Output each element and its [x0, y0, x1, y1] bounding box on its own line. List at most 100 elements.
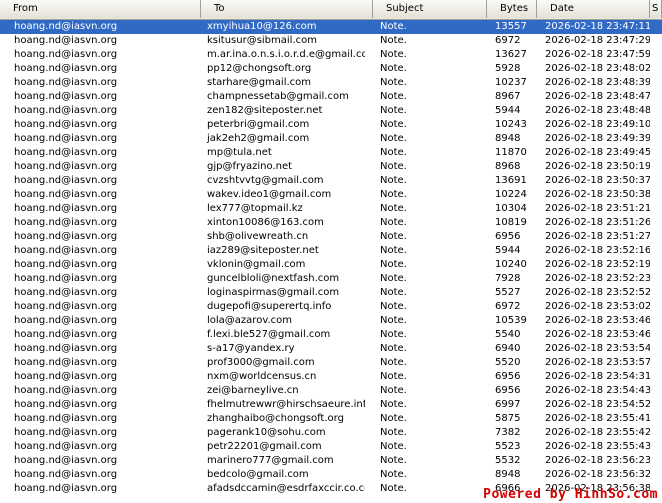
- cell-date: 2026-02-18 23:52:16: [545, 245, 650, 256]
- cell-date: 2026-02-18 23:47:59: [545, 49, 650, 60]
- table-row[interactable]: hoang.nd@iasvn.org f.lexi.ble527@gmail.co…: [0, 328, 662, 342]
- cell-extra: [650, 34, 662, 48]
- table-row[interactable]: hoang.nd@iasvn.org iaz289@siteposter.net N…: [0, 244, 662, 258]
- table-row[interactable]: hoang.nd@iasvn.org champnessetab@gmail.co…: [0, 90, 662, 104]
- column-header-from[interactable]: From: [0, 0, 201, 18]
- cell-subject: Note.: [380, 77, 407, 88]
- table-row[interactable]: hoang.nd@iasvn.org gjp@fryazino.net Note. 8…: [0, 160, 662, 174]
- cell-from: hoang.nd@iasvn.org: [14, 301, 118, 312]
- cell-bytes: 10304: [495, 203, 527, 214]
- table-row[interactable]: hoang.nd@iasvn.org zei@barneylive.cn Note.…: [0, 384, 662, 398]
- cell-subject: Note.: [380, 119, 407, 130]
- cell-bytes: 7928: [495, 273, 521, 284]
- cell-bytes: 5520: [495, 357, 521, 368]
- table-row[interactable]: hoang.nd@iasvn.org lex777@topmail.kz Note.…: [0, 202, 662, 216]
- cell-date: 2026-02-18 23:48:39: [545, 77, 650, 88]
- table-row[interactable]: hoang.nd@iasvn.org s-a17@yandex.ry Note. 69…: [0, 342, 662, 356]
- cell-bytes: 5527: [495, 287, 521, 298]
- cell-extra: [650, 370, 662, 384]
- cell-extra: [650, 48, 662, 62]
- table-row[interactable]: hoang.nd@iasvn.org pp12@chongsoft.org Note…: [0, 62, 662, 76]
- column-header-subject[interactable]: Subject: [373, 0, 487, 18]
- cell-bytes: 10819: [495, 217, 527, 228]
- table-row[interactable]: hoang.nd@iasvn.org jak2eh2@gmail.com Note.…: [0, 132, 662, 146]
- watermark: Powered by HinhSo.com: [483, 487, 658, 502]
- cell-to: peterbri@gmail.com: [207, 119, 310, 130]
- cell-date: 2026-02-18 23:50:37: [545, 175, 650, 186]
- cell-to: lola@azarov.com: [207, 315, 292, 326]
- column-header-extra[interactable]: S: [650, 0, 662, 18]
- table-row[interactable]: hoang.nd@iasvn.org xinton10086@163.com Not…: [0, 216, 662, 230]
- cell-extra: [650, 216, 662, 230]
- table-row[interactable]: hoang.nd@iasvn.org prof3000@gmail.com Note…: [0, 356, 662, 370]
- cell-from: hoang.nd@iasvn.org: [14, 91, 118, 102]
- cell-bytes: 13557: [495, 21, 527, 32]
- cell-date: 2026-02-18 23:52:52: [545, 287, 650, 298]
- cell-extra: [650, 258, 662, 272]
- table-row[interactable]: hoang.nd@iasvn.org mp@tula.net Note. 11870 2…: [0, 146, 662, 160]
- table-row[interactable]: hoang.nd@iasvn.org wakev.ideo1@gmail.com N…: [0, 188, 662, 202]
- cell-from: hoang.nd@iasvn.org: [14, 77, 118, 88]
- cell-date: 2026-02-18 23:51:21: [545, 203, 650, 214]
- table-row[interactable]: hoang.nd@iasvn.org peterbri@gmail.com Note…: [0, 118, 662, 132]
- cell-bytes: 10224: [495, 189, 527, 200]
- cell-subject: Note.: [380, 399, 407, 410]
- table-row[interactable]: hoang.nd@iasvn.org xmyihua10@126.com Note.…: [0, 20, 662, 34]
- column-header-to[interactable]: To: [201, 0, 373, 18]
- cell-extra: [650, 90, 662, 104]
- table-row[interactable]: hoang.nd@iasvn.org pagerank10@sohu.com Not…: [0, 426, 662, 440]
- table-row[interactable]: hoang.nd@iasvn.org fhelmutrewwr@hirschsae…: [0, 398, 662, 412]
- cell-from: hoang.nd@iasvn.org: [14, 21, 118, 32]
- cell-bytes: 6956: [495, 385, 521, 396]
- cell-from: hoang.nd@iasvn.org: [14, 343, 118, 354]
- table-row[interactable]: hoang.nd@iasvn.org starhare@gmail.com Note…: [0, 76, 662, 90]
- cell-extra: [650, 118, 662, 132]
- table-row[interactable]: hoang.nd@iasvn.org lola@azarov.com Note. 10…: [0, 314, 662, 328]
- cell-subject: Note.: [380, 245, 407, 256]
- table-row[interactable]: hoang.nd@iasvn.org loginaspirmas@gmail.co…: [0, 286, 662, 300]
- cell-from: hoang.nd@iasvn.org: [14, 175, 118, 186]
- table-row[interactable]: hoang.nd@iasvn.org ksitusur@sibmail.com No…: [0, 34, 662, 48]
- cell-to: afadsdccamin@esdrfaxccir.co.cc: [207, 483, 365, 494]
- cell-date: 2026-02-18 23:51:27: [545, 231, 650, 242]
- table-row[interactable]: hoang.nd@iasvn.org m.ar.ina.o.n.s.i.o.r.d…: [0, 48, 662, 62]
- cell-subject: Note.: [380, 343, 407, 354]
- table-row[interactable]: hoang.nd@iasvn.org guncelbloli@nextfash.c…: [0, 272, 662, 286]
- table-row[interactable]: hoang.nd@iasvn.org vklonin@gmail.com Note.…: [0, 258, 662, 272]
- table-row[interactable]: hoang.nd@iasvn.org petr22201@gmail.com Not…: [0, 440, 662, 454]
- cell-date: 2026-02-18 23:54:31: [545, 371, 650, 382]
- cell-extra: [650, 454, 662, 468]
- cell-to: zei@barneylive.cn: [207, 385, 299, 396]
- cell-date: 2026-02-18 23:52:19: [545, 259, 650, 270]
- cell-extra: [650, 20, 662, 34]
- cell-bytes: 7382: [495, 427, 521, 438]
- cell-subject: Note.: [380, 133, 407, 144]
- cell-from: hoang.nd@iasvn.org: [14, 329, 118, 340]
- table-row[interactable]: hoang.nd@iasvn.org zhanghaibo@chongsoft.o…: [0, 412, 662, 426]
- column-header-date[interactable]: Date: [537, 0, 650, 18]
- cell-bytes: 5928: [495, 63, 521, 74]
- cell-subject: Note.: [380, 441, 407, 452]
- cell-date: 2026-02-18 23:49:39: [545, 133, 650, 144]
- cell-to: jak2eh2@gmail.com: [207, 133, 310, 144]
- column-header-bytes[interactable]: Bytes: [487, 0, 537, 18]
- cell-extra: [650, 342, 662, 356]
- table-row[interactable]: hoang.nd@iasvn.org shb@olivewreath.cn Note…: [0, 230, 662, 244]
- cell-from: hoang.nd@iasvn.org: [14, 217, 118, 228]
- table-row[interactable]: hoang.nd@iasvn.org zen182@siteposter.net N…: [0, 104, 662, 118]
- table-row[interactable]: hoang.nd@iasvn.org marinero777@gmail.com N…: [0, 454, 662, 468]
- cell-date: 2026-02-18 23:48:47: [545, 91, 650, 102]
- cell-bytes: 5532: [495, 455, 521, 466]
- cell-to: zhanghaibo@chongsoft.org: [207, 413, 344, 424]
- table-row[interactable]: hoang.nd@iasvn.org bedcolo@gmail.com Note.…: [0, 468, 662, 482]
- cell-to: nxm@worldcensus.cn: [207, 371, 317, 382]
- cell-date: 2026-02-18 23:55:41: [545, 413, 650, 424]
- cell-date: 2026-02-18 23:55:43: [545, 441, 650, 452]
- table-row[interactable]: hoang.nd@iasvn.org nxm@worldcensus.cn Note…: [0, 370, 662, 384]
- cell-subject: Note.: [380, 189, 407, 200]
- table-row[interactable]: hoang.nd@iasvn.org cvzshtvvtg@gmail.com No…: [0, 174, 662, 188]
- cell-extra: [650, 174, 662, 188]
- message-list: hoang.nd@iasvn.org xmyihua10@126.com Note.…: [0, 20, 662, 496]
- cell-subject: Note.: [380, 175, 407, 186]
- table-row[interactable]: hoang.nd@iasvn.org dugepofi@superertq.inf…: [0, 300, 662, 314]
